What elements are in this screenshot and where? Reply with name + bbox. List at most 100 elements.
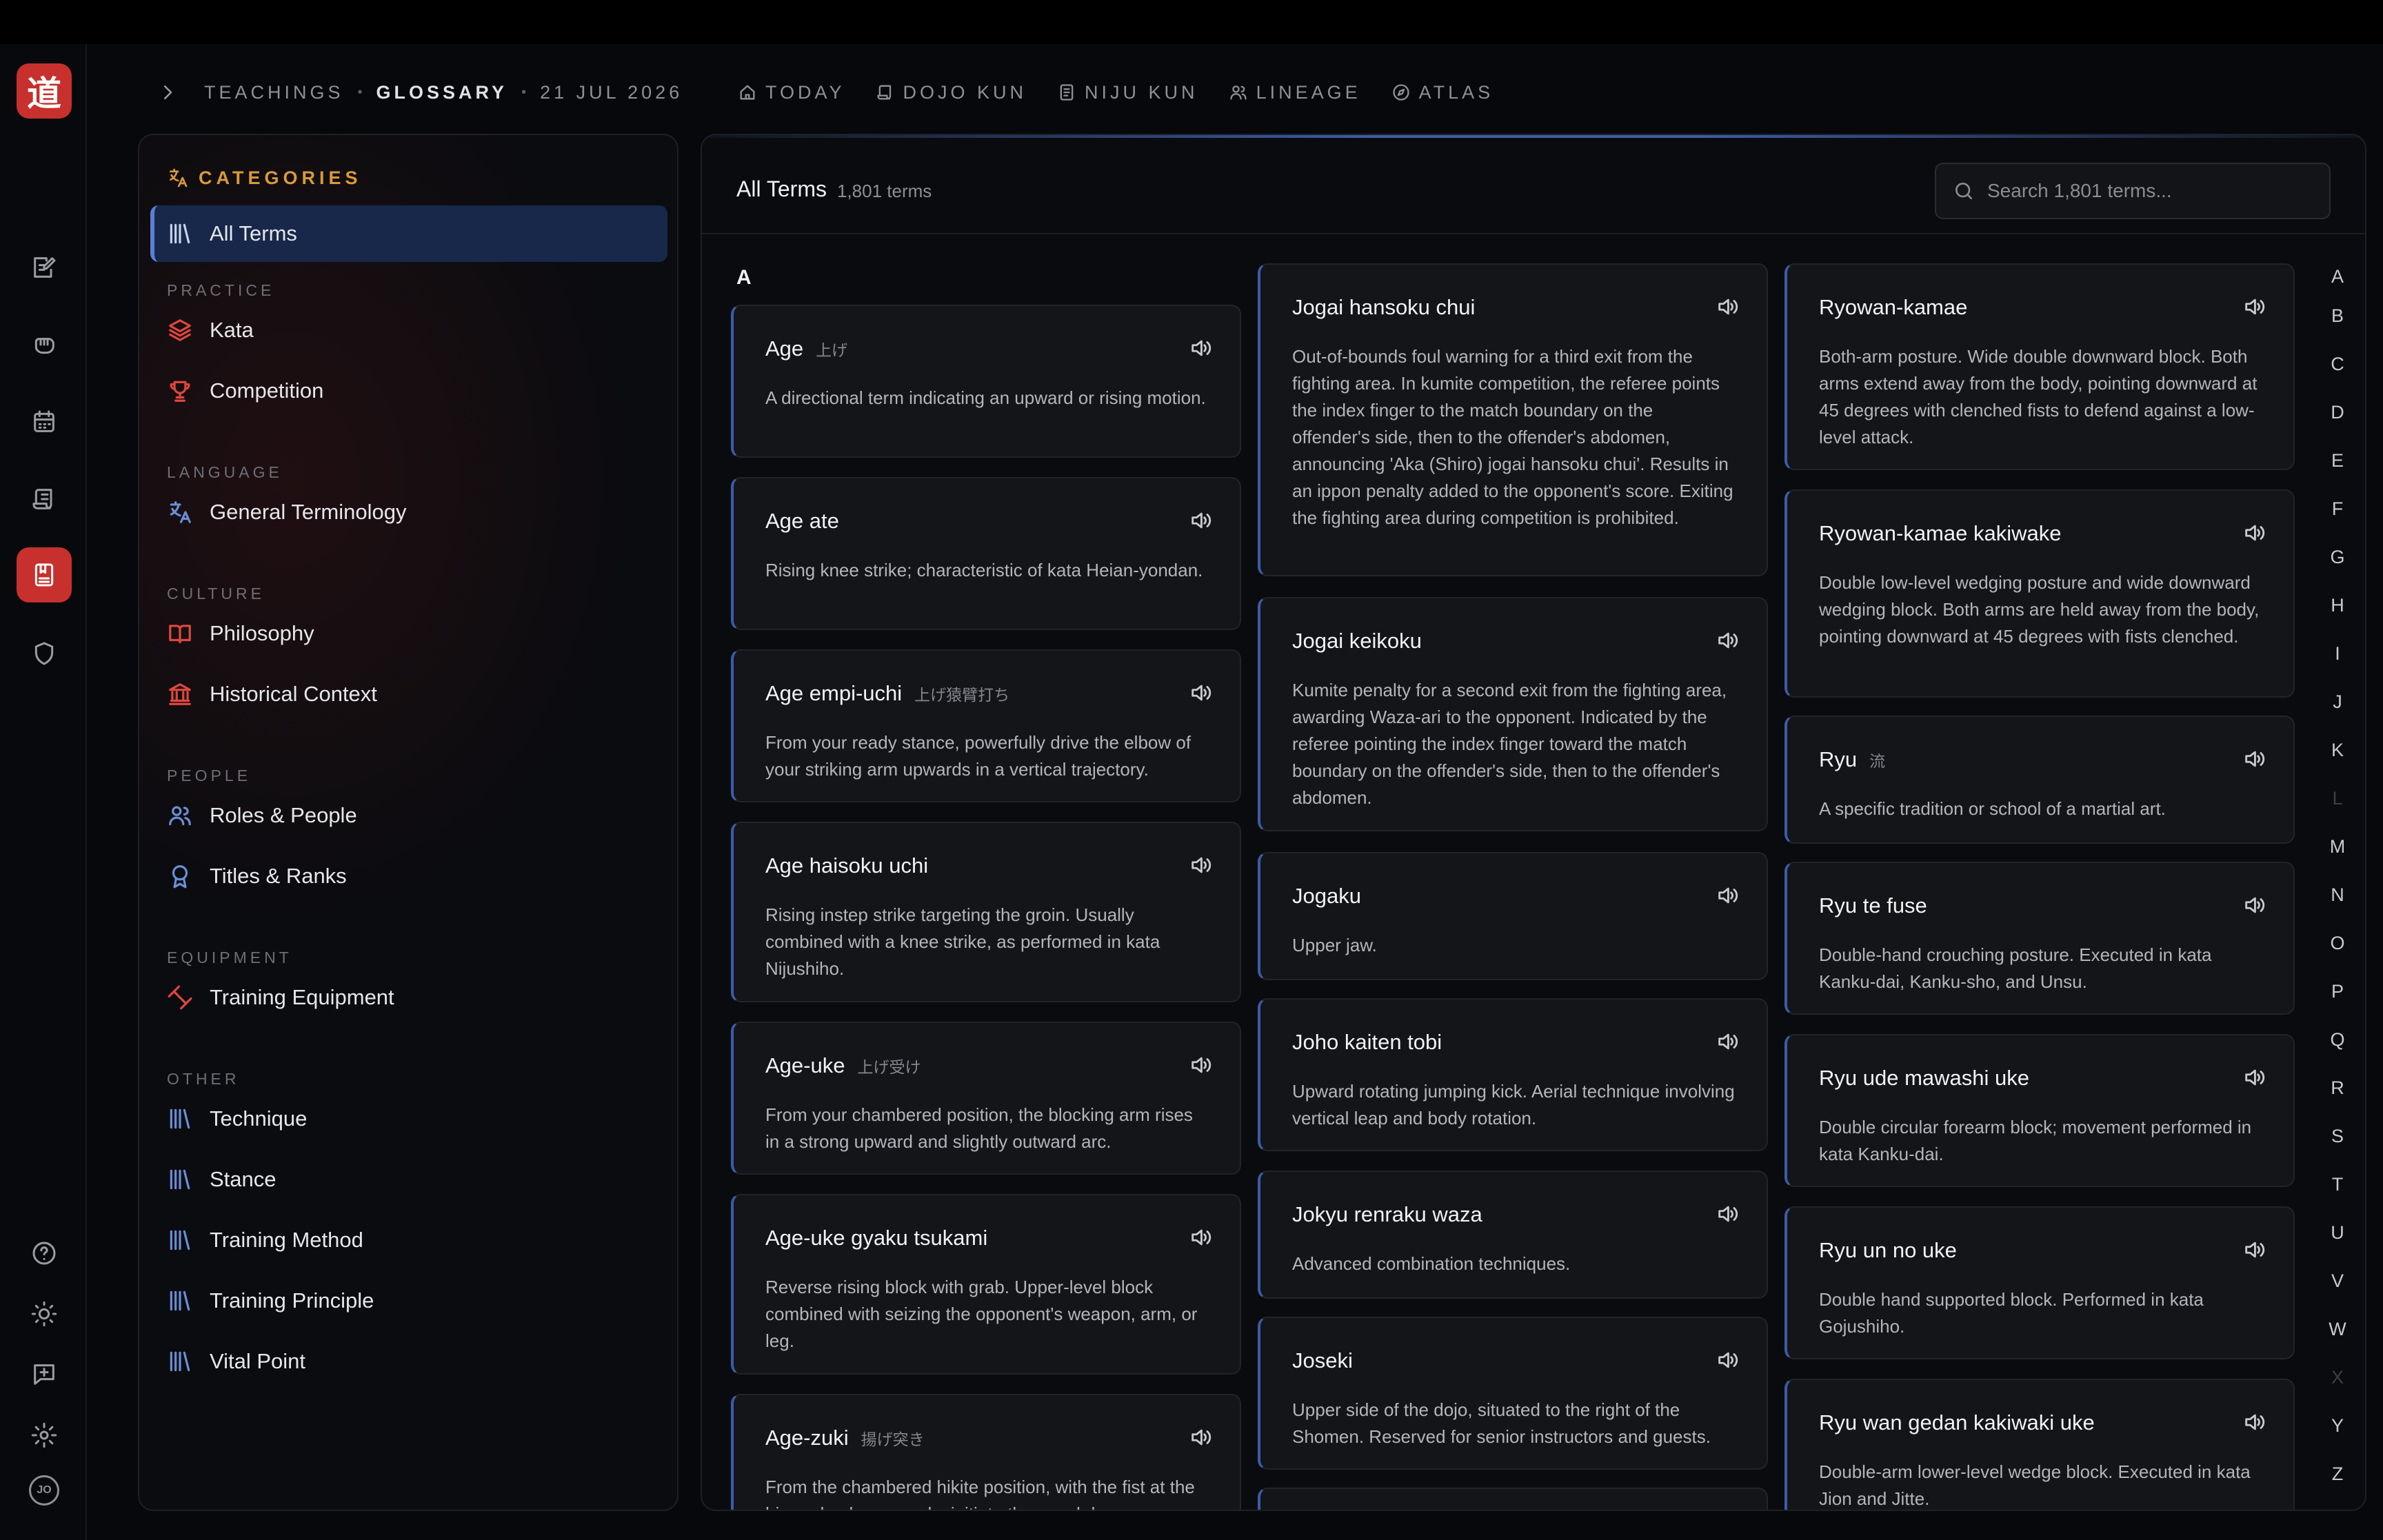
alpha-letter[interactable]: C: [2324, 354, 2351, 375]
rail-theme-button[interactable]: [17, 1286, 72, 1341]
category-roles-people[interactable]: Roles & People: [150, 787, 667, 844]
speaker-icon[interactable]: [1189, 1053, 1212, 1077]
term-card[interactable]: Joseki Upper side of the dojo, situated …: [1258, 1317, 1768, 1470]
alpha-letter[interactable]: D: [2324, 402, 2351, 423]
rail-shield-button[interactable]: [17, 626, 72, 681]
user-avatar[interactable]: JO: [29, 1475, 59, 1506]
chevron-right-icon[interactable]: [157, 80, 178, 105]
term-card[interactable]: Age-uke gyaku tsukami Reverse rising blo…: [731, 1194, 1241, 1375]
speaker-icon[interactable]: [2242, 1238, 2266, 1262]
rail-help-button[interactable]: [17, 1226, 72, 1281]
speaker-icon[interactable]: [1716, 295, 1739, 318]
alpha-letter[interactable]: P: [2324, 981, 2351, 1002]
alpha-letter[interactable]: I: [2324, 643, 2351, 665]
term-card[interactable]: Ryu 流 A specific tradition or school of a…: [1784, 716, 2295, 844]
category-stance[interactable]: Stance: [150, 1151, 667, 1208]
speaker-icon[interactable]: [2242, 1410, 2266, 1434]
term-card[interactable]: Ryu un no uke Double hand supported bloc…: [1784, 1206, 2295, 1359]
alpha-letter[interactable]: M: [2324, 836, 2351, 858]
speaker-icon[interactable]: [1189, 1426, 1212, 1449]
alpha-letter[interactable]: W: [2324, 1319, 2351, 1340]
speaker-icon[interactable]: [1189, 336, 1212, 360]
alpha-letter[interactable]: T: [2324, 1174, 2351, 1195]
term-card[interactable]: [1258, 1488, 1768, 1510]
term-card[interactable]: Jogaku Upper jaw.: [1258, 852, 1768, 980]
alpha-letter[interactable]: N: [2324, 884, 2351, 906]
term-card[interactable]: Jokyu renraku waza Advanced combination …: [1258, 1171, 1768, 1299]
alpha-letter[interactable]: V: [2324, 1270, 2351, 1292]
speaker-icon[interactable]: [2242, 747, 2266, 771]
speaker-icon[interactable]: [1716, 1030, 1739, 1053]
speaker-icon[interactable]: [1716, 1202, 1739, 1226]
alpha-letter[interactable]: J: [2324, 691, 2351, 713]
rail-calendar-button[interactable]: [17, 394, 72, 449]
term-card[interactable]: Age-zuki 揚げ突き From the chambered hikite p…: [731, 1394, 1241, 1510]
alpha-letter[interactable]: H: [2324, 595, 2351, 616]
alpha-letter[interactable]: S: [2324, 1126, 2351, 1147]
term-card[interactable]: Age ate Rising knee strike; characterist…: [731, 477, 1241, 630]
speaker-icon[interactable]: [1716, 629, 1739, 652]
alpha-letter[interactable]: F: [2324, 498, 2351, 520]
alpha-letter[interactable]: Z: [2324, 1463, 2351, 1485]
term-card[interactable]: Age 上げ A directional term indicating an u…: [731, 305, 1241, 458]
category-competition[interactable]: Competition: [150, 363, 667, 419]
category-historical-context[interactable]: Historical Context: [150, 666, 667, 722]
term-card[interactable]: Ryowan-kamae kakiwake Double low-level w…: [1784, 489, 2295, 698]
alpha-letter[interactable]: G: [2324, 547, 2351, 568]
alpha-letter[interactable]: U: [2324, 1222, 2351, 1244]
alpha-letter[interactable]: A: [2324, 266, 2351, 287]
term-card[interactable]: Joho kaiten tobi Upward rotating jumping…: [1258, 998, 1768, 1151]
search-box[interactable]: [1935, 163, 2331, 219]
speaker-icon[interactable]: [1189, 853, 1212, 877]
term-card[interactable]: Jogai keikoku Kumite penalty for a secon…: [1258, 597, 1768, 831]
rail-feedback-button[interactable]: [17, 1347, 72, 1402]
alpha-letter[interactable]: R: [2324, 1077, 2351, 1099]
alpha-letter[interactable]: O: [2324, 933, 2351, 954]
rail-fist-button[interactable]: [17, 317, 72, 372]
rail-scroll-button[interactable]: [17, 472, 72, 527]
category-kata[interactable]: Kata: [150, 302, 667, 358]
category-philosophy[interactable]: Philosophy: [150, 605, 667, 662]
alpha-letter[interactable]: E: [2324, 450, 2351, 472]
topnav-atlas[interactable]: ATLAS: [1391, 82, 1494, 103]
speaker-icon[interactable]: [2242, 521, 2266, 545]
speaker-icon[interactable]: [2242, 893, 2266, 917]
term-card[interactable]: Ryu te fuse Double-hand crouching postur…: [1784, 862, 2295, 1015]
alpha-letter[interactable]: Y: [2324, 1415, 2351, 1437]
speaker-icon[interactable]: [1189, 681, 1212, 705]
category-training-equipment[interactable]: Training Equipment: [150, 969, 667, 1026]
topnav-niju-kun[interactable]: NIJU KUN: [1057, 82, 1198, 103]
topnav-lineage[interactable]: LINEAGE: [1229, 82, 1361, 103]
term-card[interactable]: Ryu wan gedan kakiwaki uke Double-arm lo…: [1784, 1379, 2295, 1510]
app-logo[interactable]: 道: [17, 63, 72, 119]
category-technique[interactable]: Technique: [150, 1091, 667, 1147]
speaker-icon[interactable]: [2242, 295, 2266, 318]
speaker-icon[interactable]: [1716, 1348, 1739, 1372]
category-vital-point[interactable]: Vital Point: [150, 1333, 667, 1390]
speaker-icon[interactable]: [2242, 1066, 2266, 1089]
category-general-terminology[interactable]: General Terminology: [150, 484, 667, 540]
category-training-method[interactable]: Training Method: [150, 1212, 667, 1268]
alpha-letter[interactable]: Q: [2324, 1029, 2351, 1051]
category-all-terms[interactable]: All Terms: [150, 205, 667, 262]
speaker-icon[interactable]: [1189, 509, 1212, 532]
term-card[interactable]: Ryowan-kamae Both-arm posture. Wide doub…: [1784, 263, 2295, 470]
category-training-principle[interactable]: Training Principle: [150, 1273, 667, 1329]
rail-settings-button[interactable]: [17, 1408, 72, 1463]
breadcrumb-section[interactable]: TEACHINGS: [204, 82, 344, 103]
term-card[interactable]: Age haisoku uchi Rising instep strike ta…: [731, 822, 1241, 1002]
term-card[interactable]: Ryu ude mawashi uke Double circular fore…: [1784, 1034, 2295, 1187]
rail-glossary-button[interactable]: [17, 547, 72, 602]
term-card[interactable]: Age-uke 上げ受け From your chambered position…: [731, 1022, 1241, 1175]
category-titles-ranks[interactable]: Titles & Ranks: [150, 848, 667, 904]
topnav-today[interactable]: TODAY: [738, 82, 845, 103]
alpha-letter[interactable]: K: [2324, 740, 2351, 761]
term-card[interactable]: Jogai hansoku chui Out-of-bounds foul wa…: [1258, 263, 1768, 576]
topnav-dojo-kun[interactable]: DOJO KUN: [876, 82, 1027, 103]
search-input[interactable]: [1987, 180, 2318, 202]
term-card[interactable]: Age empi-uchi 上げ猿臂打ち From your ready stan…: [731, 649, 1241, 802]
alpha-letter[interactable]: B: [2324, 305, 2351, 327]
speaker-icon[interactable]: [1189, 1226, 1212, 1249]
speaker-icon[interactable]: [1716, 884, 1739, 907]
rail-edit-note-button[interactable]: [17, 240, 72, 295]
